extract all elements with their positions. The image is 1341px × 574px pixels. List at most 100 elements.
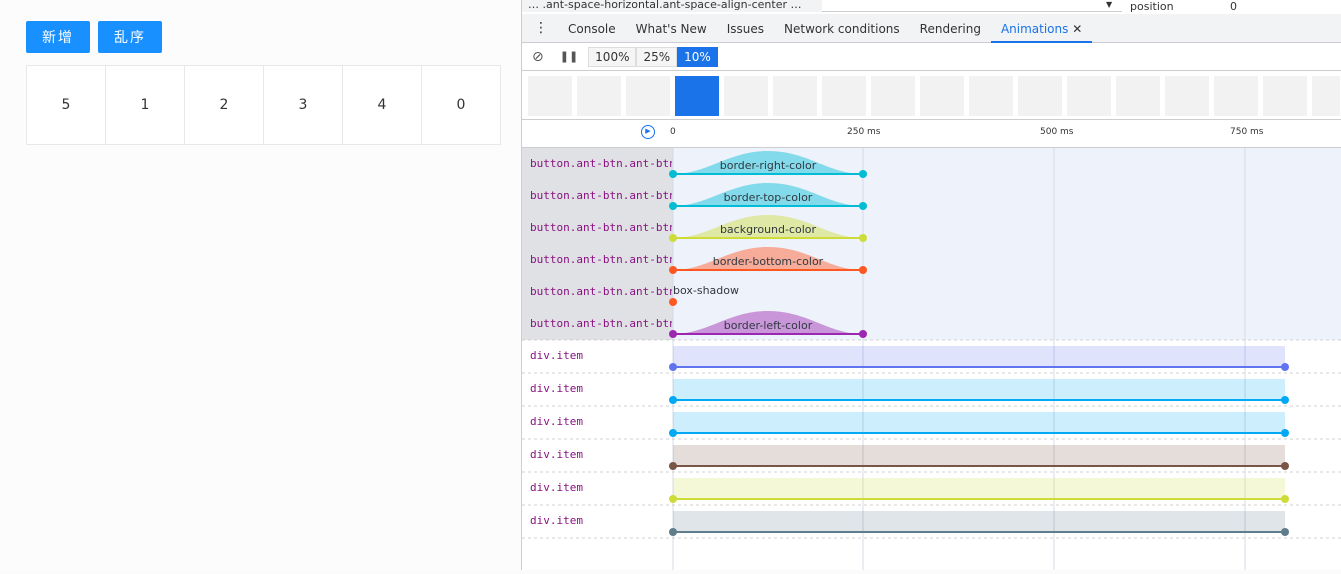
ruler-tick-250: 250 ms xyxy=(847,127,881,137)
tab-whats-new[interactable]: What's New xyxy=(626,14,717,43)
tab-issues[interactable]: Issues xyxy=(717,14,774,43)
keyframe-dot xyxy=(669,234,677,242)
list-item: 1 xyxy=(105,65,185,145)
speed-25-button[interactable]: 25% xyxy=(636,46,678,67)
keyframe-dot xyxy=(1281,528,1289,536)
list-item: 4 xyxy=(342,65,422,145)
animation-groups xyxy=(522,72,1341,120)
keyframe-dot xyxy=(859,234,867,242)
speed-10-button[interactable]: 10% xyxy=(677,46,718,67)
tab-console[interactable]: Console xyxy=(558,14,626,43)
drawer-tabs: ⋮ Console What's New Issues Network cond… xyxy=(522,14,1341,43)
tab-animations-label: Animations xyxy=(1000,21,1069,36)
animation-target-label[interactable]: button.ant-btn.ant-btn xyxy=(522,285,672,298)
label-column-bg xyxy=(522,148,673,340)
animation-group-thumb[interactable] xyxy=(1116,76,1160,116)
animation-group-thumb[interactable] xyxy=(724,76,768,116)
animation-group-thumb[interactable] xyxy=(1214,76,1258,116)
animation-toolbar: ⊘ ❚❚ 100% 25% 10% xyxy=(522,43,1341,71)
animation-target-label[interactable]: div.item xyxy=(522,448,672,461)
animation-name: border-left-color xyxy=(724,319,813,332)
keyframe-dot xyxy=(1281,429,1289,437)
animation-group-thumb[interactable] xyxy=(1263,76,1307,116)
animation-group-thumb[interactable] xyxy=(1067,76,1111,116)
animation-target-label[interactable]: button.ant-btn.ant-btn xyxy=(522,317,672,330)
keyframe-dot xyxy=(859,170,867,178)
animation-group-thumb[interactable] xyxy=(871,76,915,116)
keyframe-dot xyxy=(859,202,867,210)
clear-icon[interactable]: ⊘ xyxy=(532,49,544,65)
list-item: 2 xyxy=(184,65,264,145)
animation-target-label[interactable]: button.ant-btn.ant-btn xyxy=(522,221,672,234)
style-value: 0 xyxy=(1230,0,1237,13)
ruler-tick-500: 500 ms xyxy=(1040,127,1074,137)
filter-input[interactable] xyxy=(822,0,1122,12)
animation-group-thumb[interactable] xyxy=(1018,76,1062,116)
list-item: 0 xyxy=(421,65,501,145)
keyframe-dot xyxy=(859,266,867,274)
keyframe-dot xyxy=(669,495,677,503)
animation-target-label[interactable]: div.item xyxy=(522,514,672,527)
easing-curve xyxy=(673,412,1285,433)
keyframe-dot xyxy=(1281,495,1289,503)
tab-animations[interactable]: Animations ✕ xyxy=(990,14,1093,43)
ruler-tick-750: 750 ms xyxy=(1230,127,1264,137)
page-viewport: 新增 乱序 5 1 2 3 4 0 xyxy=(0,0,521,570)
breadcrumb[interactable]: … .ant-space-horizontal.ant-space-align-… xyxy=(522,0,822,12)
item-list: 5 1 2 3 4 0 xyxy=(26,65,501,145)
animation-target-label[interactable]: div.item xyxy=(522,415,672,428)
animation-target-label[interactable]: button.ant-btn.ant-btn xyxy=(522,253,672,266)
animation-group-thumb[interactable] xyxy=(577,76,621,116)
animation-group-thumb[interactable] xyxy=(773,76,817,116)
keyframe-dot xyxy=(669,528,677,536)
easing-curve xyxy=(673,478,1285,499)
animation-target-label[interactable]: div.item xyxy=(522,481,672,494)
more-tabs-icon[interactable]: ⋮ xyxy=(522,20,558,36)
tab-network-conditions[interactable]: Network conditions xyxy=(774,14,910,43)
shuffle-button[interactable]: 乱序 xyxy=(98,21,162,53)
keyframe-dot xyxy=(669,298,677,306)
list-item: 3 xyxy=(263,65,343,145)
animation-group-thumb[interactable] xyxy=(528,76,572,116)
animation-target-label[interactable]: button.ant-btn.ant-btn xyxy=(522,157,672,170)
animation-name: border-top-color xyxy=(724,191,813,204)
animation-name: background-color xyxy=(720,223,817,236)
list-item: 5 xyxy=(26,65,106,145)
keyframe-dot xyxy=(669,330,677,338)
keyframe-dot xyxy=(669,396,677,404)
close-icon[interactable]: ✕ xyxy=(1072,22,1082,36)
devtools-panel: … .ant-space-horizontal.ant-space-align-… xyxy=(521,0,1341,570)
keyframe-dot xyxy=(1281,462,1289,470)
keyframe-dot xyxy=(669,429,677,437)
animation-target-label[interactable]: div.item xyxy=(522,349,672,362)
animation-group-thumb[interactable] xyxy=(1165,76,1209,116)
keyframe-dot xyxy=(669,462,677,470)
animation-group-thumb-selected[interactable] xyxy=(675,76,719,116)
animation-group-thumb[interactable] xyxy=(626,76,670,116)
keyframe-dot xyxy=(859,330,867,338)
timeline-ruler[interactable]: ▶ 0 250 ms 500 ms 750 ms xyxy=(522,120,1341,148)
easing-curve xyxy=(673,511,1285,532)
easing-curve xyxy=(673,379,1285,400)
animation-group-thumb[interactable] xyxy=(1312,76,1340,116)
add-button[interactable]: 新增 xyxy=(26,21,90,53)
keyframe-dot xyxy=(1281,396,1289,404)
animation-target-label[interactable]: button.ant-btn.ant-btn xyxy=(522,189,672,202)
styles-pane: ▼ position 0 xyxy=(1106,0,1341,14)
animation-group-thumb[interactable] xyxy=(920,76,964,116)
dropdown-arrow-icon[interactable]: ▼ xyxy=(1106,0,1112,9)
animation-group-thumb[interactable] xyxy=(969,76,1013,116)
animation-group-thumb[interactable] xyxy=(822,76,866,116)
animation-target-label[interactable]: div.item xyxy=(522,382,672,395)
keyframe-dot xyxy=(669,363,677,371)
easing-curve xyxy=(673,346,1285,367)
animation-name: box-shadow xyxy=(673,284,739,297)
animation-timeline: border-right-color border-top-color backgr… xyxy=(522,148,1341,570)
animation-name: border-bottom-color xyxy=(713,255,824,268)
speed-100-button[interactable]: 100% xyxy=(588,46,637,67)
pause-icon[interactable]: ❚❚ xyxy=(560,50,578,63)
tab-rendering[interactable]: Rendering xyxy=(910,14,991,43)
animation-name: border-right-color xyxy=(720,159,817,172)
style-property: position xyxy=(1130,0,1174,13)
replay-icon[interactable]: ▶ xyxy=(641,125,655,139)
